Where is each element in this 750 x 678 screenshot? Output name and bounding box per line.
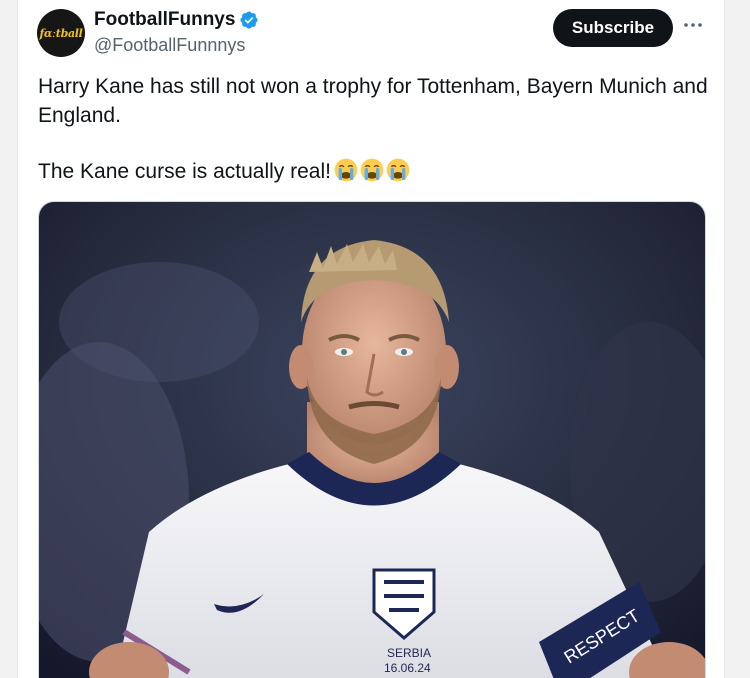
avatar-logo: fɑːtball [39,26,83,40]
avatar[interactable]: fɑːtball [37,9,85,57]
author-name-row: FootballFunnys [94,9,259,31]
loudly-crying-face-icon [386,158,410,182]
player-photo-illustration: RESPECT SERBIA 16.06.24 [39,202,705,678]
tweet-text: Harry Kane has still not won a trophy fo… [38,72,708,186]
author-display-name[interactable]: FootballFunnys [94,9,235,31]
verified-badge-icon[interactable] [239,10,259,30]
loudly-crying-face-icon [334,158,358,182]
subscribe-button[interactable]: Subscribe [553,9,673,47]
author-handle[interactable]: @FootballFunnnys [94,35,245,56]
badge-date: 16.06.24 [384,661,431,675]
tweet-text-line-2: The Kane curse is actually real! [38,157,708,186]
loudly-crying-face-icon [360,158,384,182]
emoji-group [334,158,410,182]
more-options-icon[interactable] [682,14,704,36]
tweet-text-line-1: Harry Kane has still not won a trophy fo… [38,75,708,127]
tweet-text-line-2-text: The Kane curse is actually real! [38,160,331,183]
tweet-photo[interactable]: RESPECT SERBIA 16.06.24 [38,201,706,678]
tweet-card: fɑːtball FootballFunnys @FootballFunnnys… [17,0,725,678]
badge-match: SERBIA [387,646,431,660]
